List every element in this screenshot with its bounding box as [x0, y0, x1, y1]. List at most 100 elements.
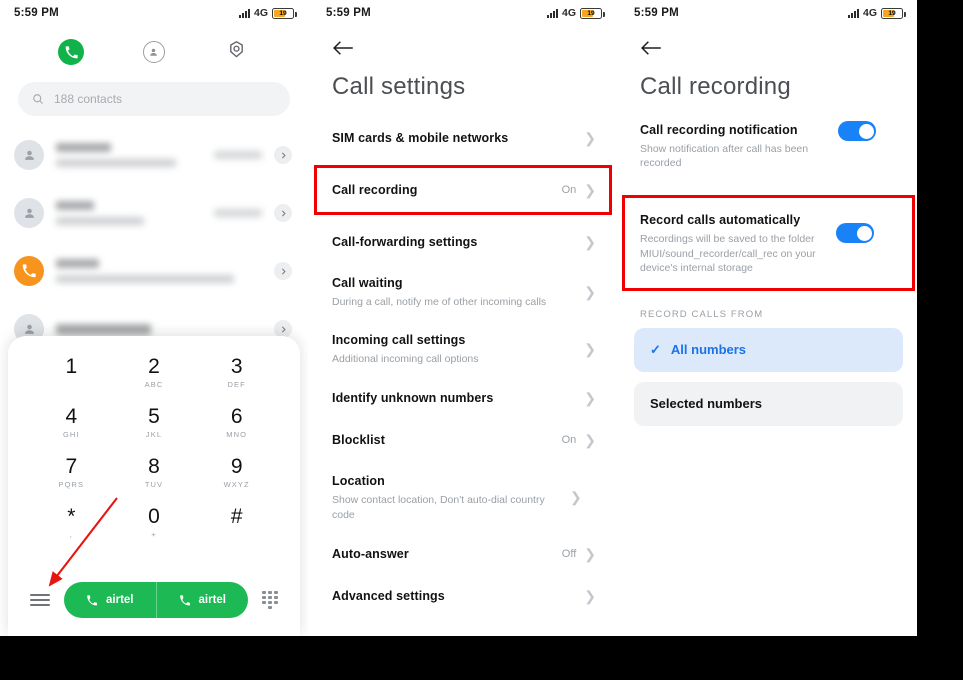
call-settings-list: SIM cards & mobile networks ❯ Call recor…: [312, 117, 616, 617]
chevron-right-icon: ❯: [584, 587, 596, 604]
search-placeholder: 188 contacts: [54, 92, 123, 106]
battery-icon: 19: [272, 7, 297, 19]
back-button-call-settings[interactable]: [312, 26, 616, 61]
avatar: [14, 256, 44, 286]
key-letters: ,: [69, 530, 73, 540]
toggle-row-recording-notification[interactable]: Call recording notification Show notific…: [620, 115, 917, 181]
contact-text-redacted: [56, 259, 250, 283]
key-digit: 5: [148, 405, 160, 429]
battery-level: 19: [279, 9, 287, 17]
contact-time-redacted: [214, 151, 262, 159]
key-digit: 6: [230, 405, 243, 429]
key-digit: #: [230, 505, 243, 529]
contact-text-redacted: [56, 143, 202, 167]
panel-dialer: 5:59 PM 4G 19 188 contacts 1 2 ABC 3 DEF…: [0, 0, 308, 636]
battery-level: 19: [888, 9, 896, 17]
setting-row-auto-answer[interactable]: Auto-answer Off ❯: [312, 533, 616, 575]
setting-value: On: [561, 184, 577, 196]
key-2[interactable]: 2 ABC: [113, 350, 196, 394]
phone-icon: [58, 39, 85, 65]
call-button-sim1[interactable]: airtel: [64, 582, 156, 618]
toggle-row-record-automatically[interactable]: Record calls automatically Recordings wi…: [620, 195, 917, 291]
setting-row-sim-cards[interactable]: SIM cards & mobile networks ❯: [312, 117, 616, 159]
phone-sim2-icon: [179, 595, 190, 606]
setting-row-identify-unknown[interactable]: Identify unknown numbers ❯: [312, 377, 616, 419]
key-6[interactable]: 6 MNO: [195, 400, 278, 444]
option-all-numbers[interactable]: ✓ All numbers: [634, 327, 903, 372]
contact-text-redacted: [56, 201, 202, 225]
status-time: 5:59 PM: [14, 7, 59, 19]
key-1[interactable]: 1: [30, 350, 113, 394]
status-bar-call-recording: 5:59 PM 4G 19: [620, 0, 917, 26]
key-letters: [195, 530, 278, 540]
chevron-right-icon: ❯: [584, 545, 596, 562]
back-button-call-recording[interactable]: [620, 26, 917, 61]
list-item[interactable]: [0, 242, 308, 300]
setting-title: Advanced settings: [332, 588, 445, 603]
search-input[interactable]: 188 contacts: [18, 82, 290, 116]
option-selected-numbers[interactable]: Selected numbers: [634, 381, 903, 426]
key-7[interactable]: 7 PQRS: [30, 450, 113, 494]
key-5[interactable]: 5 JKL: [113, 400, 196, 444]
keypad-icon[interactable]: [262, 591, 278, 609]
search-icon: [33, 94, 43, 104]
tab-keypad[interactable]: [57, 38, 85, 66]
key-3[interactable]: 3 DEF: [195, 350, 278, 394]
key-digit: *: [67, 505, 76, 529]
option-label: All numbers: [670, 342, 747, 358]
contacts-list: [0, 126, 308, 358]
status-icons: 4G 19: [847, 7, 906, 19]
key-star[interactable]: *,: [30, 500, 113, 544]
page-title: Call recording: [640, 73, 791, 100]
key-letters: ABC: [144, 380, 164, 390]
chevron-right-icon: ❯: [584, 182, 596, 198]
status-time: 5:59 PM: [634, 7, 679, 19]
key-9[interactable]: 9 WXYZ: [195, 450, 278, 494]
key-letters: [30, 380, 113, 390]
option-label: Selected numbers: [650, 396, 762, 412]
key-digit: 2: [148, 355, 160, 378]
chevron-right-icon: ❯: [584, 234, 596, 250]
setting-row-advanced[interactable]: Advanced settings ❯: [312, 575, 616, 617]
key-letters: TUV: [144, 480, 164, 490]
tab-contacts[interactable]: [140, 38, 168, 66]
key-8[interactable]: 8 TUV: [113, 450, 196, 494]
status-time: 5:59 PM: [326, 7, 371, 19]
key-0[interactable]: 0 +: [113, 500, 196, 544]
toggle-switch-recording-notification[interactable]: [838, 121, 876, 141]
setting-subtitle: Additional incoming call options: [332, 353, 479, 366]
setting-row-blocklist[interactable]: Blocklist On ❯: [312, 419, 616, 461]
call-button-sim2[interactable]: airtel: [155, 582, 249, 618]
setting-row-incoming-call[interactable]: Incoming call settings Additional incomi…: [312, 320, 616, 377]
network-type-icon: 4G: [862, 7, 877, 19]
chevron-right-icon[interactable]: [274, 204, 292, 222]
key-letters: +: [151, 530, 157, 540]
gear-icon: [227, 40, 246, 64]
setting-value: On: [561, 434, 577, 447]
chevron-right-icon[interactable]: [274, 146, 292, 164]
person-icon: [142, 41, 165, 63]
panel-call-settings: 5:59 PM 4G 19 Call settings SIM cards & …: [312, 0, 616, 636]
phone-sim1-icon: [87, 595, 97, 606]
check-icon: ✓: [650, 341, 661, 357]
list-item[interactable]: [0, 126, 308, 184]
dialpad-action-row: airtel airtel: [8, 582, 300, 618]
status-bar-call-settings: 5:59 PM 4G 19: [312, 0, 616, 26]
tab-settings[interactable]: [223, 38, 251, 66]
key-4[interactable]: 4 GHI: [30, 400, 113, 444]
toggle-switch-record-automatically[interactable]: [836, 223, 874, 244]
hamburger-menu-icon[interactable]: [30, 594, 50, 606]
status-bar-dialer: 5:59 PM 4G 19: [0, 0, 308, 26]
chevron-right-icon: ❯: [570, 489, 582, 506]
signal-bars-icon: [546, 8, 558, 18]
setting-row-location[interactable]: Location Show contact location, Don't au…: [312, 461, 616, 532]
key-hash[interactable]: #: [195, 500, 278, 544]
setting-row-call-recording[interactable]: Call recording On ❯: [312, 165, 616, 215]
setting-row-call-forwarding[interactable]: Call-forwarding settings ❯: [312, 221, 616, 263]
toggle-title: Record calls automatically: [640, 213, 801, 228]
setting-title: SIM cards & mobile networks: [332, 131, 509, 145]
list-item[interactable]: [0, 184, 308, 242]
signal-bars-icon: [238, 8, 250, 18]
setting-row-call-waiting[interactable]: Call waiting During a call, notify me of…: [312, 263, 616, 320]
chevron-right-icon[interactable]: [274, 262, 292, 280]
